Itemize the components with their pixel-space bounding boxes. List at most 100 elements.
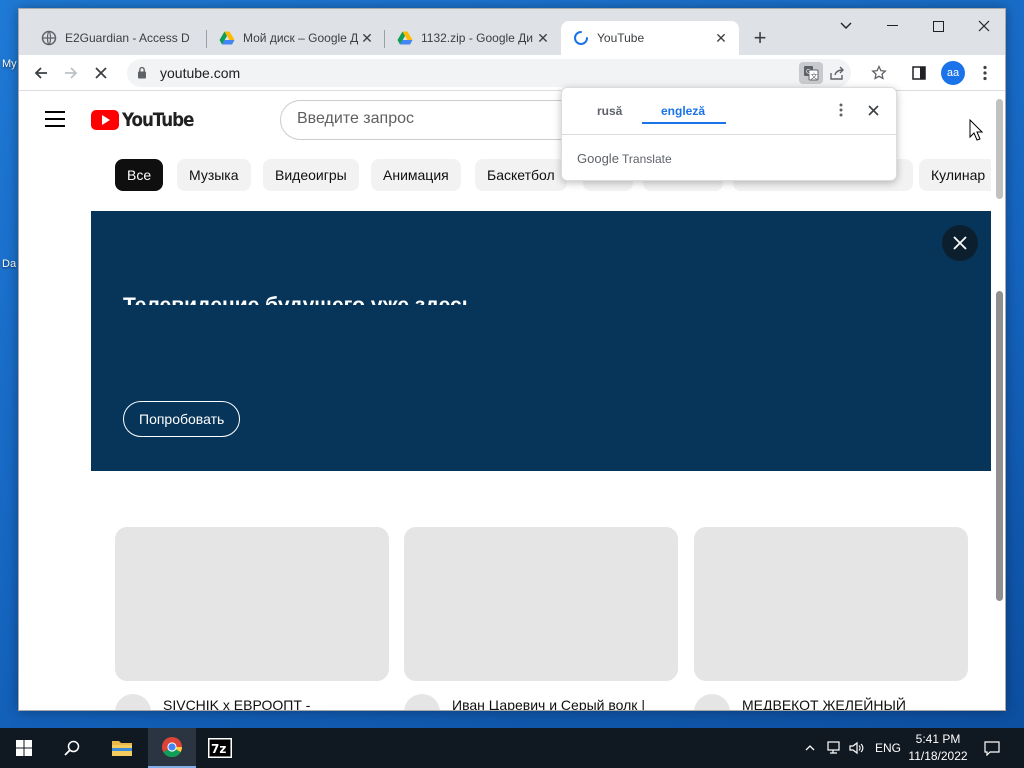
translate-options-button[interactable] (831, 100, 851, 120)
chevron-down-icon (840, 22, 852, 29)
address-bar[interactable]: youtube.com 文G (127, 59, 851, 87)
video-thumbnail[interactable] (115, 527, 389, 681)
clock-time: 5:41 PM (915, 732, 961, 746)
input-language-indicator[interactable]: ENG (872, 728, 904, 768)
taskbar-search-button[interactable] (48, 728, 96, 768)
network-tray-icon[interactable] (824, 728, 846, 768)
chip-cooking[interactable]: Кулинар (919, 159, 991, 191)
profile-avatar[interactable]: aa (941, 61, 965, 85)
google-drive-icon (397, 31, 413, 45)
translate-page-button[interactable]: 文G (799, 62, 823, 84)
video-card[interactable]: SIVCHIK x ЕВРООПТ - (115, 527, 389, 710)
video-title[interactable]: МЕДВЕКОТ ЖЕЛЕЙНЫЙ (742, 695, 962, 710)
close-tab-icon[interactable]: ✕ (535, 30, 551, 46)
chip-videogames[interactable]: Видеоигры (263, 159, 359, 191)
translate-close-button[interactable] (863, 100, 883, 120)
search-icon (64, 740, 80, 756)
back-button[interactable] (27, 59, 55, 87)
search-input[interactable] (297, 110, 587, 128)
clock[interactable]: 5:41 PM 11/18/2022 (908, 731, 968, 765)
tab-strip: E2Guardian - Access D Мой диск – Google … (19, 9, 1005, 55)
minimize-button[interactable] (869, 9, 915, 43)
translate-popup: rusă engleză Google Translate (561, 87, 897, 181)
scrollbar-thumb[interactable] (996, 99, 1003, 199)
translate-product-text: Translate (622, 152, 672, 166)
stop-button[interactable] (87, 59, 115, 87)
chip-music[interactable]: Музыка (177, 159, 251, 191)
notifications-button[interactable] (978, 728, 1006, 768)
chip-basketball[interactable]: Баскетбол (475, 159, 567, 191)
kebab-menu-icon (983, 65, 987, 81)
channel-avatar[interactable] (404, 694, 440, 710)
youtube-play-icon (91, 110, 119, 130)
share-button[interactable] (825, 62, 849, 84)
share-icon (830, 66, 844, 80)
url-text[interactable]: youtube.com (160, 65, 240, 81)
7zip-taskbar-button[interactable]: 7z (196, 728, 244, 768)
channel-avatar[interactable] (694, 694, 730, 710)
tab-title: 1132.zip - Google Ди (421, 31, 534, 45)
video-card[interactable]: МЕДВЕКОТ ЖЕЛЕЙНЫЙ (694, 527, 968, 710)
network-icon (827, 741, 840, 754)
page-scrollbar[interactable] (991, 91, 1005, 710)
hamburger-menu-icon[interactable] (45, 111, 65, 127)
browser-menu-button[interactable] (971, 59, 999, 87)
side-panel-button[interactable] (905, 59, 933, 87)
banner-headline: Телевидение будущего уже здесь (123, 291, 475, 305)
browser-toolbar: youtube.com 文G aa (19, 55, 1005, 91)
browser-window: E2Guardian - Access D Мой диск – Google … (18, 8, 1006, 711)
youtube-logo[interactable]: YouTube (91, 109, 203, 131)
bookmark-button[interactable] (865, 59, 893, 87)
tab-zip-drive[interactable]: 1132.zip - Google Ди ✕ (385, 21, 561, 55)
source-language-tab[interactable]: rusă (597, 104, 622, 118)
speaker-icon (849, 741, 864, 755)
banner-close-button[interactable] (942, 225, 978, 261)
folder-icon (112, 741, 132, 756)
7zip-icon: 7z (208, 738, 232, 758)
file-explorer-button[interactable] (98, 728, 146, 768)
chrome-taskbar-button[interactable] (148, 728, 196, 768)
promo-banner: Телевидение будущего уже здесь Попробова… (91, 211, 991, 471)
video-title[interactable]: Иван Царевич и Серый волк | (452, 695, 672, 710)
chip-all[interactable]: Все (115, 159, 164, 191)
star-icon (871, 65, 887, 80)
video-thumbnail[interactable] (694, 527, 968, 681)
stop-loading-icon (95, 67, 107, 79)
close-tab-icon[interactable]: ✕ (713, 30, 729, 46)
svg-text:G: G (806, 69, 811, 76)
arrow-left-icon (34, 67, 47, 79)
video-thumbnail[interactable] (404, 527, 678, 681)
chip-animation[interactable]: Анимация (371, 159, 461, 191)
tab-e2guardian[interactable]: E2Guardian - Access D (29, 21, 207, 55)
tab-youtube[interactable]: YouTube ✕ (561, 21, 739, 55)
video-card[interactable]: Иван Царевич и Серый волк | (404, 527, 678, 710)
youtube-page: YouTube Все Музыка Видеоигры Анимация Ба… (19, 91, 991, 710)
active-tab-underline (642, 122, 726, 124)
video-title[interactable]: SIVCHIK x ЕВРООПТ - (163, 695, 383, 710)
tab-search-button[interactable] (823, 9, 869, 43)
clock-date: 11/18/2022 (908, 749, 968, 763)
close-tab-icon[interactable]: ✕ (359, 30, 375, 46)
try-button[interactable]: Попробовать (123, 401, 241, 437)
side-panel-icon (912, 66, 926, 80)
target-language-tab[interactable]: engleză (661, 104, 705, 118)
translate-icon: 文G (804, 66, 819, 81)
new-tab-button[interactable]: + (747, 25, 773, 51)
volume-tray-icon[interactable] (846, 728, 868, 768)
scrollbar-thumb[interactable] (996, 291, 1003, 601)
maximize-button[interactable] (915, 9, 961, 43)
desktop-icon-label[interactable]: Da (2, 258, 16, 270)
close-window-button[interactable] (961, 9, 1005, 43)
windows-logo-icon (16, 740, 32, 756)
show-hidden-icons-button[interactable] (800, 728, 820, 768)
loading-spinner-icon (574, 31, 588, 45)
lock-icon[interactable] (137, 66, 147, 79)
desktop-icon-label[interactable]: My (2, 58, 17, 70)
close-icon (978, 20, 990, 32)
forward-button[interactable] (57, 59, 85, 87)
google-brand-text: Google (577, 151, 619, 166)
channel-avatar[interactable] (115, 694, 151, 710)
tab-my-drive[interactable]: Мой диск – Google Д ✕ (207, 21, 385, 55)
start-button[interactable] (0, 728, 48, 768)
svg-text:文: 文 (811, 72, 818, 81)
